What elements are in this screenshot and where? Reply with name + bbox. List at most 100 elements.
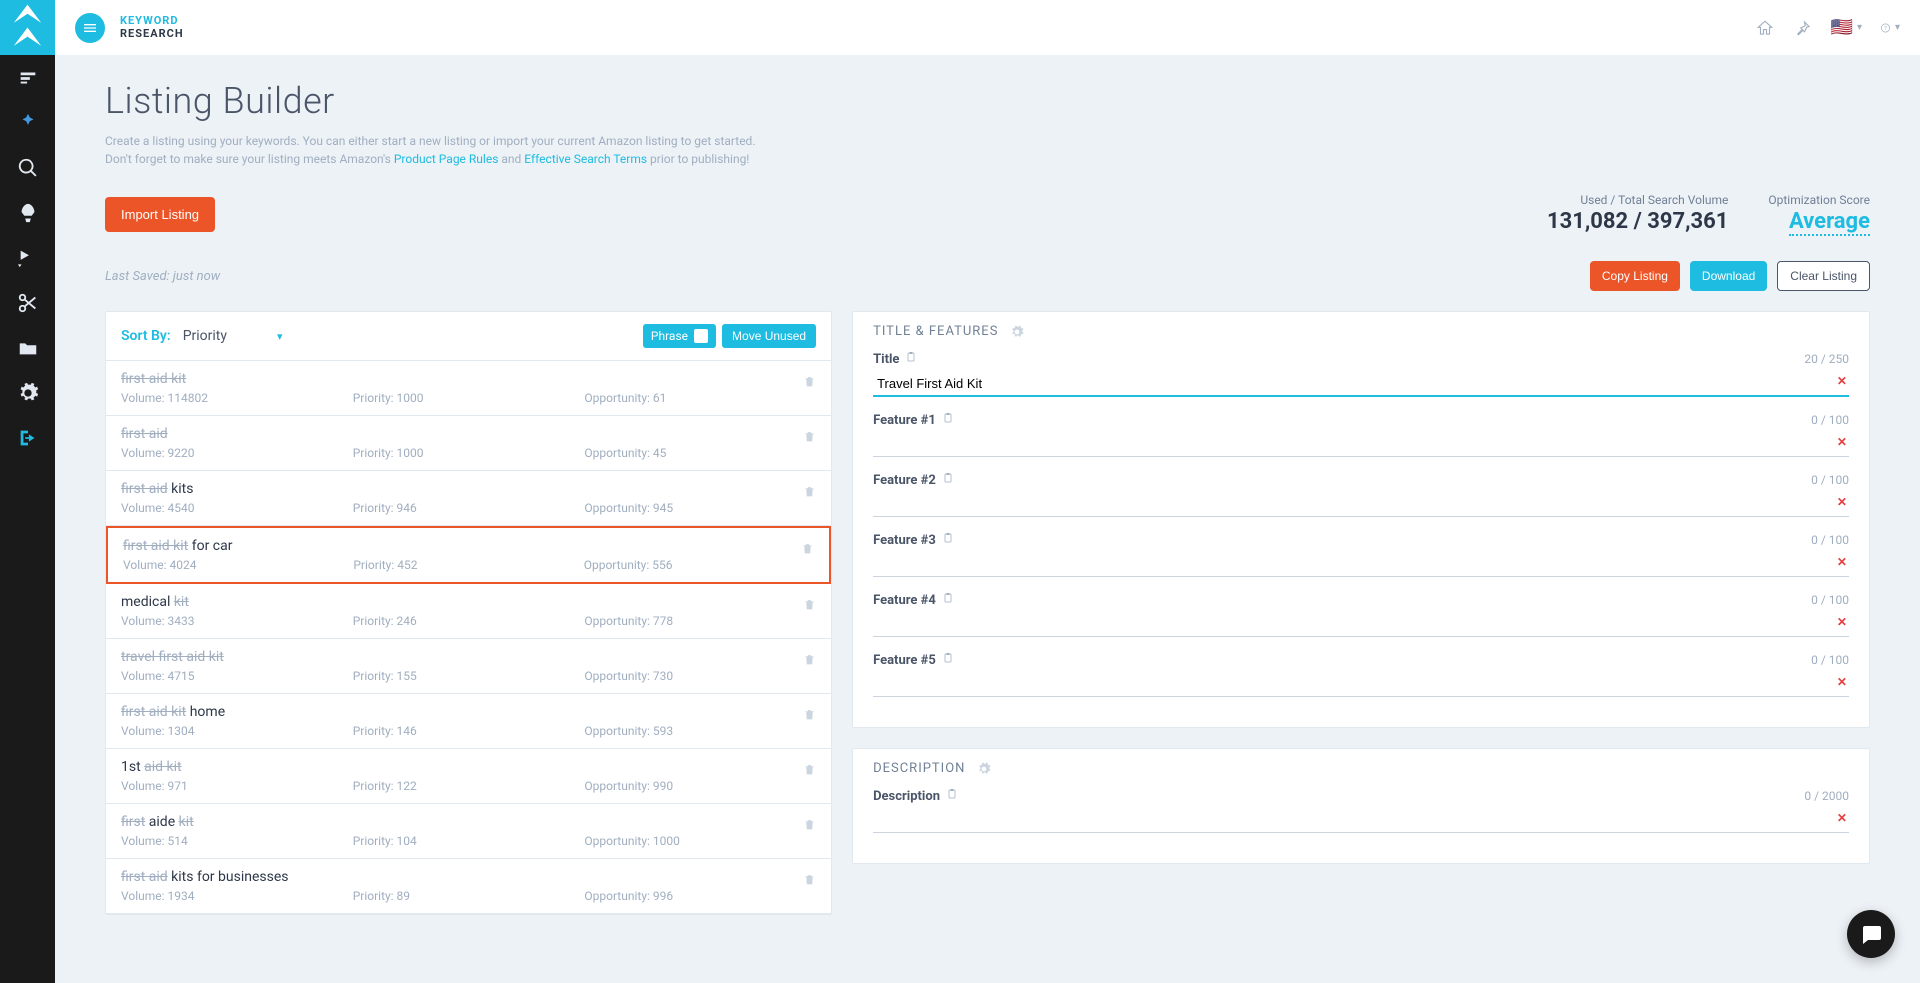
trash-icon[interactable] <box>803 375 816 392</box>
sort-select[interactable]: Priority ▾ <box>183 328 283 344</box>
keyword-priority: Priority: 155 <box>353 669 585 683</box>
trash-icon[interactable] <box>801 542 814 559</box>
keyword-row[interactable]: first aid kits for businessesVolume: 193… <box>106 859 831 914</box>
download-button[interactable]: Download <box>1690 261 1767 291</box>
clear-feature-icon[interactable]: ✕ <box>1837 435 1847 449</box>
trash-icon[interactable] <box>803 763 816 780</box>
clear-title-icon[interactable]: ✕ <box>1837 374 1847 388</box>
sort-by-label: Sort By: <box>121 328 171 344</box>
description-count: 0 / 2000 <box>1804 789 1849 803</box>
clear-listing-button[interactable]: Clear Listing <box>1777 261 1870 291</box>
sidebar-item-flag[interactable] <box>0 235 55 280</box>
keyword-volume: Volume: 4024 <box>123 558 353 572</box>
feature-input[interactable] <box>873 493 1849 517</box>
keyword-opportunity: Opportunity: 45 <box>584 446 816 460</box>
title-input[interactable] <box>873 372 1849 397</box>
phrase-toggle[interactable]: Phrase <box>643 324 716 348</box>
clear-feature-icon[interactable]: ✕ <box>1837 555 1847 569</box>
clear-feature-icon[interactable]: ✕ <box>1837 495 1847 509</box>
clear-feature-icon[interactable]: ✕ <box>1837 615 1847 629</box>
sidebar-item-2[interactable] <box>0 100 55 145</box>
sidebar-item-scissors[interactable] <box>0 280 55 325</box>
trash-icon[interactable] <box>803 430 816 447</box>
sidebar-item-exit[interactable] <box>0 415 55 460</box>
import-listing-button[interactable]: Import Listing <box>105 197 215 232</box>
trash-icon[interactable] <box>803 485 816 502</box>
keyword-priority: Priority: 146 <box>353 724 585 738</box>
sidebar-item-1[interactable] <box>0 55 55 100</box>
sidebar-item-settings[interactable] <box>0 370 55 415</box>
feature-input[interactable] <box>873 553 1849 577</box>
keyword-volume: Volume: 4540 <box>121 501 353 515</box>
last-saved: Last Saved: just now <box>105 269 220 284</box>
menu-button[interactable] <box>75 13 105 43</box>
clipboard-icon[interactable] <box>942 592 954 608</box>
metric-optimization: Optimization Score Average <box>1768 193 1870 236</box>
clipboard-icon[interactable] <box>942 472 954 488</box>
chevron-down-icon: ▾ <box>1857 22 1862 33</box>
trash-icon[interactable] <box>803 598 816 615</box>
keyword-row[interactable]: first aid kit for carVolume: 4024Priorit… <box>106 526 831 584</box>
home-icon[interactable] <box>1755 18 1775 38</box>
keyword-row[interactable]: first aid kitVolume: 114802Priority: 100… <box>106 361 831 416</box>
trash-icon[interactable] <box>803 653 816 670</box>
logo[interactable] <box>0 0 55 55</box>
clear-feature-icon[interactable]: ✕ <box>1837 675 1847 689</box>
metric-volume-label: Used / Total Search Volume <box>1547 193 1728 207</box>
feature-input[interactable] <box>873 613 1849 637</box>
feature-input[interactable] <box>873 673 1849 697</box>
keyword-row[interactable]: first aid kitsVolume: 4540Priority: 946O… <box>106 471 831 526</box>
clipboard-icon[interactable] <box>946 788 958 804</box>
keyword-phrase: medical kit <box>121 594 816 610</box>
feature-count: 0 / 100 <box>1811 413 1849 427</box>
locale-selector[interactable]: 🇺🇸▾ <box>1831 17 1862 38</box>
gear-icon[interactable] <box>977 762 991 776</box>
keyword-phrase: travel first aid kit <box>121 649 816 665</box>
keyword-row[interactable]: 1st aid kitVolume: 971Priority: 122Oppor… <box>106 749 831 804</box>
logo-icon <box>0 0 55 55</box>
help-icon[interactable]: ?▾ <box>1880 18 1900 38</box>
keyword-volume: Volume: 4715 <box>121 669 353 683</box>
keyword-volume: Volume: 971 <box>121 779 353 793</box>
clipboard-icon[interactable] <box>942 532 954 548</box>
clipboard-icon[interactable] <box>905 351 917 367</box>
brand-bottom: RESEARCH <box>120 28 184 40</box>
page-title: Listing Builder <box>105 80 1870 122</box>
pin-icon[interactable] <box>1793 18 1813 38</box>
chat-widget[interactable] <box>1847 910 1895 958</box>
search-terms-link[interactable]: Effective Search Terms <box>524 152 647 166</box>
keyword-row[interactable]: first aide kitVolume: 514Priority: 104Op… <box>106 804 831 859</box>
keyword-opportunity: Opportunity: 778 <box>584 614 816 628</box>
trash-icon[interactable] <box>803 818 816 835</box>
sidebar-item-rocket[interactable] <box>0 190 55 235</box>
main-content: Listing Builder Create a listing using y… <box>55 55 1920 940</box>
keyword-row[interactable]: travel first aid kit Volume: 4715Priority… <box>106 639 831 694</box>
keyword-opportunity: Opportunity: 61 <box>584 391 816 405</box>
keyword-row[interactable]: first aid kit homeVolume: 1304Priority: … <box>106 694 831 749</box>
description-input[interactable] <box>873 809 1849 833</box>
feature-label: Feature #2 <box>873 473 936 488</box>
trash-icon[interactable] <box>803 708 816 725</box>
copy-listing-button[interactable]: Copy Listing <box>1590 261 1680 291</box>
feature-input[interactable] <box>873 433 1849 457</box>
keyword-phrase: first aid kits for businesses <box>121 869 816 885</box>
move-unused-button[interactable]: Move Unused <box>722 324 816 348</box>
keyword-row[interactable]: first aidVolume: 9220Priority: 1000Oppor… <box>106 416 831 471</box>
toggle-switch <box>694 329 708 343</box>
gear-icon[interactable] <box>1010 325 1024 339</box>
keyword-volume: Volume: 3433 <box>121 614 353 628</box>
keyword-phrase: first aid <box>121 426 816 442</box>
clipboard-icon[interactable] <box>942 412 954 428</box>
keyword-row[interactable]: medical kitVolume: 3433Priority: 246Oppo… <box>106 584 831 639</box>
feature-count: 0 / 100 <box>1811 473 1849 487</box>
keyword-opportunity: Opportunity: 593 <box>584 724 816 738</box>
sidebar-item-search[interactable] <box>0 145 55 190</box>
clear-description-icon[interactable]: ✕ <box>1837 811 1847 825</box>
sidebar-item-folder[interactable] <box>0 325 55 370</box>
feature-count: 0 / 100 <box>1811 653 1849 667</box>
clipboard-icon[interactable] <box>942 652 954 668</box>
keywords-panel: Sort By: Priority ▾ Phrase Move Unused f… <box>105 311 832 915</box>
metric-opt-label: Optimization Score <box>1768 193 1870 207</box>
trash-icon[interactable] <box>803 873 816 890</box>
product-rules-link[interactable]: Product Page Rules <box>394 152 499 166</box>
